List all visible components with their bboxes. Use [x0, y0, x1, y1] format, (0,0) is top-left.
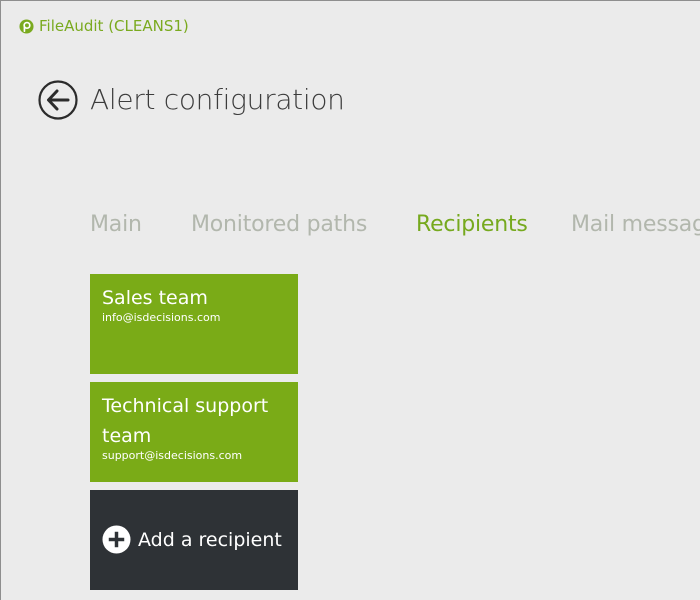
page-title: Alert configuration [90, 83, 345, 116]
recipient-tile-technical-support-team[interactable]: Technical support team support@isdecisio… [90, 382, 298, 482]
add-recipient-button[interactable]: Add a recipient [90, 490, 298, 590]
recipient-email: info@isdecisions.com [102, 311, 221, 324]
tab-monitored-paths[interactable]: Monitored paths [191, 207, 367, 243]
back-arrow-icon [38, 80, 78, 120]
recipient-tile-sales-team[interactable]: Sales team info@isdecisions.com [90, 274, 298, 374]
add-recipient-label: Add a recipient [138, 528, 282, 551]
add-recipient-row: Add a recipient [102, 525, 282, 554]
window-border-left [0, 0, 1, 600]
plus-circle-icon [102, 525, 131, 554]
tab-bar: Main Monitored paths Recipients Mail mes… [90, 207, 700, 243]
tab-recipients[interactable]: Recipients [416, 207, 528, 243]
recipient-name: Technical support team [102, 395, 269, 447]
recipient-email: support@isdecisions.com [102, 449, 243, 462]
back-button[interactable] [37, 79, 79, 121]
title-bar: FileAudit (CLEANS1) [19, 16, 189, 36]
fileaudit-logo-icon [19, 18, 34, 34]
recipient-name: Sales team [102, 287, 208, 309]
tab-main[interactable]: Main [90, 207, 142, 243]
tab-mail-message[interactable]: Mail message [571, 207, 700, 243]
window-border-top [0, 0, 700, 1]
app-title: FileAudit (CLEANS1) [39, 17, 189, 35]
